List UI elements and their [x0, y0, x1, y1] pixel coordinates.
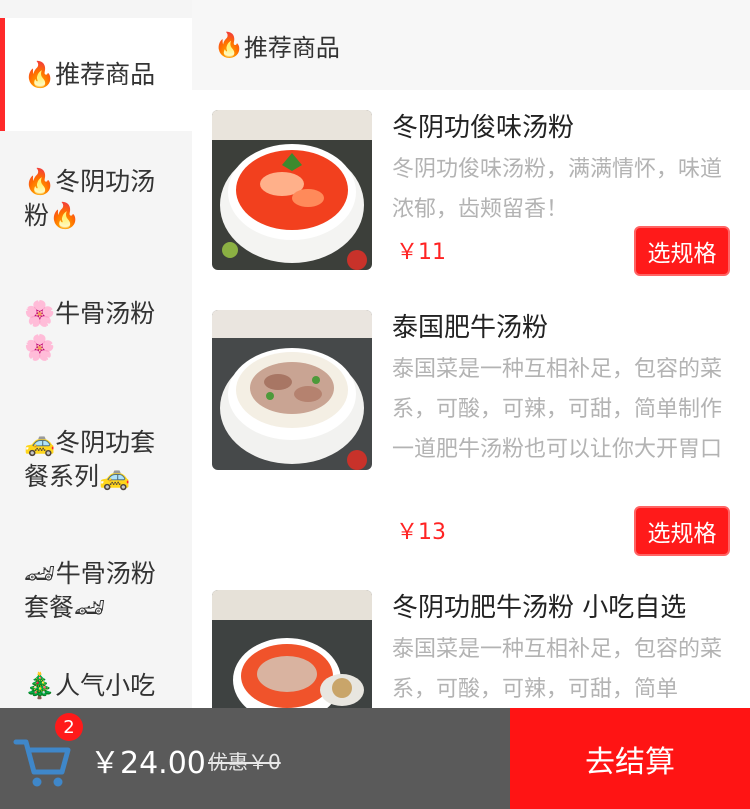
sidebar-item-label: 推荐商品 [55, 59, 156, 89]
cart-count-badge: 2 [55, 713, 83, 741]
product-description: 泰国菜是一种互相补足，包容的菜系，可酸，可辣，可甜，简单制作一道肥牛汤粉也可以让… [392, 357, 723, 462]
product-card[interactable]: 冬阴功肥牛汤粉 小吃自选 泰国菜是一种互相补足，包容的菜系，可酸，可辣，可甜，简… [212, 590, 750, 708]
product-list: 🔥 推荐商品 冬阴功俊味汤粉 冬阴功俊味汤粉，满满情怀，味道浓郁，齿颊留香！ ￥1… [192, 0, 750, 708]
checkout-button[interactable]: 去结算 [510, 708, 750, 809]
sidebar-item-beef-bone-sets[interactable]: 🏎牛骨汤粉套餐🏎 [0, 525, 192, 657]
fire-icon: 🔥 [24, 167, 56, 196]
section-title: 推荐商品 [243, 33, 340, 62]
product-description: 泰国菜是一种互相补足，包容的菜系，可酸，可辣，可甜，简单 [392, 637, 723, 702]
fire-icon: 🔥 [214, 31, 244, 59]
fire-icon: 🔥 [49, 201, 81, 230]
sidebar-item-label: 牛骨汤粉 [55, 299, 156, 328]
select-spec-button[interactable]: 选规格 [634, 506, 730, 556]
product-name: 冬阴功俊味汤粉 [392, 113, 575, 143]
sidebar-item-label: 人气小吃 [55, 671, 156, 700]
product-image[interactable] [212, 310, 372, 470]
flower-icon: 🌸 [24, 333, 56, 362]
category-sidebar: 🔥推荐商品 🔥冬阴功汤粉🔥 🌸牛骨汤粉🌸 🚕冬阴功套餐系列🚕 🏎牛骨汤粉套餐🏎 … [0, 0, 192, 708]
product-card[interactable]: 泰国肥牛汤粉 泰国菜是一种互相补足，包容的菜系，可酸，可辣，可甜，简单制作一道肥… [212, 310, 750, 560]
product-price: ￥13 [396, 520, 446, 545]
taxi-icon: 🚕 [99, 462, 131, 491]
sidebar-item-tom-yum-sets[interactable]: 🚕冬阴功套餐系列🚕 [0, 395, 192, 525]
product-description: 冬阴功俊味汤粉，满满情怀，味道浓郁，齿颊留香！ [392, 157, 723, 222]
race-car-icon: 🏎 [74, 593, 106, 622]
fire-icon: 🔥 [24, 59, 56, 89]
sidebar-item-beef-bone-soup[interactable]: 🌸牛骨汤粉🌸 [0, 267, 192, 395]
product-image[interactable] [212, 110, 372, 270]
product-price: ￥11 [396, 240, 446, 265]
sidebar-item-tom-yum-soup[interactable]: 🔥冬阴功汤粉🔥 [0, 131, 192, 267]
product-name: 冬阴功肥牛汤粉 小吃自选 [392, 593, 687, 623]
sidebar-item-recommended[interactable]: 🔥推荐商品 [0, 18, 192, 131]
product-name: 泰国肥牛汤粉 [392, 313, 549, 343]
taxi-icon: 🚕 [24, 428, 56, 457]
tree-icon: 🎄 [24, 671, 56, 700]
flower-icon: 🌸 [24, 299, 56, 328]
section-header: 🔥 推荐商品 [192, 0, 750, 90]
product-card[interactable]: 冬阴功俊味汤粉 冬阴功俊味汤粉，满满情怀，味道浓郁，齿颊留香！ ￥11 选规格 [212, 110, 750, 280]
product-image[interactable] [212, 590, 372, 708]
race-car-icon: 🏎 [24, 559, 56, 588]
cart-discount: 优惠￥0 [208, 750, 281, 774]
select-spec-button[interactable]: 选规格 [634, 226, 730, 276]
sidebar-item-popular-snacks[interactable]: 🎄人气小吃 [0, 657, 192, 708]
cart-total: ￥24.00 [90, 746, 206, 781]
